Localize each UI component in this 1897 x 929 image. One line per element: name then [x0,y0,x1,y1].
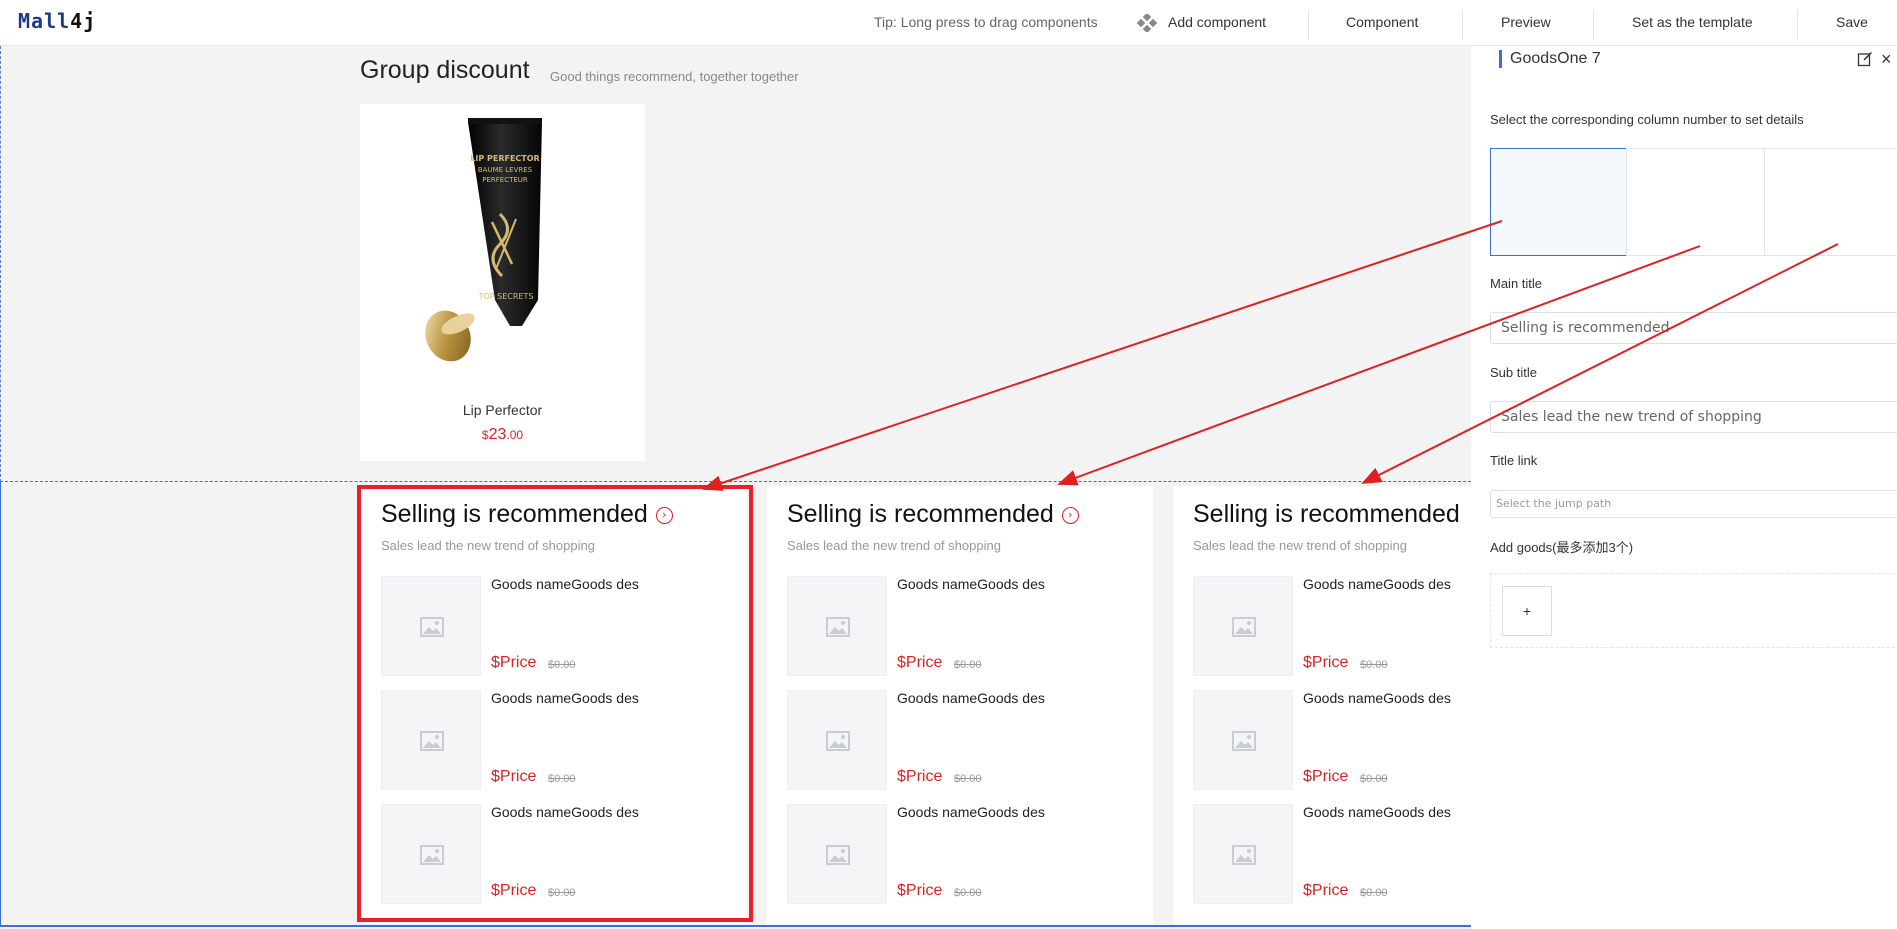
goods-image-placeholder [787,690,887,790]
image-placeholder-icon [1232,617,1256,637]
svg-text:BAUME LEVRES: BAUME LEVRES [478,166,533,174]
save-button[interactable]: Save [1836,14,1868,30]
goods-item[interactable]: Goods nameGoods des $Price $0.00 [787,690,1137,790]
main-title-input[interactable]: Selling is recommended [1490,312,1897,344]
goods-item[interactable]: Goods nameGoods des $Price $0.00 [1193,690,1471,790]
divider [1593,10,1594,40]
recommend-card-2[interactable]: Selling is recommended › Sales lead the n… [767,486,1153,924]
card-title: Selling is recommended › [787,500,1079,529]
edit-icon[interactable] [1857,51,1873,67]
goods-price: $Price [1303,768,1349,785]
image-placeholder-icon [826,731,850,751]
svg-text:TOP SECRETS: TOP SECRETS [478,292,534,301]
goods-image-placeholder [787,804,887,904]
card-subtitle: Sales lead the new trend of shopping [787,538,1001,553]
product-price: $23.00 [481,426,524,443]
image-placeholder-icon [826,617,850,637]
group-discount-subtitle: Good things recommend, together together [550,69,799,84]
goods-item[interactable]: Goods nameGoods des $Price $0.00 [1193,804,1471,904]
svg-text:LIP PERFECTOR: LIP PERFECTOR [470,154,539,163]
component-button[interactable]: Component [1346,14,1418,30]
main-title-label: Main title [1490,276,1543,291]
goods-old-price: $0.00 [954,887,982,899]
column-select-instruction: Select the corresponding column number t… [1490,112,1804,127]
close-icon[interactable]: × [1881,49,1892,70]
goods-item[interactable]: Goods nameGoods des $Price $0.00 [787,576,1137,676]
top-bar: Mall4j Tip: Long press to drag component… [0,0,1897,46]
settings-panel: GoodsOne 7 × Select the corresponding co… [1471,46,1897,929]
add-goods-button[interactable]: + [1502,586,1552,636]
arrow-right-circle-icon[interactable]: › [1061,507,1079,524]
goods-item[interactable]: Goods nameGoods des $Price $0.00 [787,804,1137,904]
column-2-selector[interactable] [1626,148,1765,256]
set-template-button[interactable]: Set as the template [1632,14,1753,30]
logo: Mall4j [18,9,97,33]
image-placeholder-icon [1232,731,1256,751]
image-placeholder-icon [1232,845,1256,865]
drag-tip: Tip: Long press to drag components [874,14,1098,30]
add-goods-area: + [1490,573,1897,648]
goods-old-price: $0.00 [1360,773,1388,785]
panel-title: GoodsOne 7 [1499,50,1601,68]
product-name: Lip Perfector [462,402,543,418]
goods-old-price: $0.00 [1360,887,1388,899]
group-discount-title: Group discount [360,56,530,84]
goods-price: $Price [1303,882,1349,899]
card-subtitle: Sales lead the new trend of shopping [1193,538,1407,553]
goods-name: Goods nameGoods des [1303,576,1451,592]
goods-price: $Price [897,654,943,671]
preview-button[interactable]: Preview [1501,14,1551,30]
divider [1462,10,1463,40]
goods-image-placeholder [1193,690,1293,790]
recommend-card-3[interactable]: Selling is recommended Sales lead the ne… [1173,486,1471,924]
goods-name: Goods nameGoods des [897,690,1045,706]
goods-name: Goods nameGoods des [897,804,1045,820]
lip-perfector-image: LIP PERFECTOR BAUME LEVRES PERFECTEUR TO… [425,118,542,362]
goods-price: $Price [1303,654,1349,671]
goods-name: Goods nameGoods des [897,576,1045,592]
add-component-button[interactable]: Add component [1168,14,1266,30]
group-discount-product-card[interactable]: LIP PERFECTOR BAUME LEVRES PERFECTEUR TO… [360,104,645,461]
sub-title-label: Sub title [1490,365,1537,380]
divider [1797,10,1798,40]
goods-price: $Price [897,882,943,899]
goods-old-price: $0.00 [954,773,982,785]
divider [1308,10,1309,40]
goods-item[interactable]: Goods nameGoods des $Price $0.00 [1193,576,1471,676]
goods-image-placeholder [787,576,887,676]
goods-image-placeholder [1193,576,1293,676]
card-title: Selling is recommended [1193,500,1460,528]
sub-title-input[interactable]: Sales lead the new trend of shopping [1490,401,1897,433]
goods-price: $Price [897,768,943,785]
goods-image-placeholder [1193,804,1293,904]
add-component-icon [1137,14,1157,32]
goods-name: Goods nameGoods des [1303,690,1451,706]
selected-column-highlight [357,485,753,922]
add-goods-label: Add goods(最多添加3个) [1490,540,1634,555]
column-1-selector[interactable] [1490,148,1627,256]
svg-text:PERFECTEUR: PERFECTEUR [482,176,528,184]
goods-name: Goods nameGoods des [1303,804,1451,820]
title-link-select[interactable]: Select the jump path [1490,490,1897,518]
goods-old-price: $0.00 [954,659,982,671]
image-placeholder-icon [826,845,850,865]
group-discount-component[interactable] [0,46,1471,482]
title-link-label: Title link [1490,453,1538,468]
column-3-selector[interactable] [1764,148,1897,256]
goods-old-price: $0.00 [1360,659,1388,671]
